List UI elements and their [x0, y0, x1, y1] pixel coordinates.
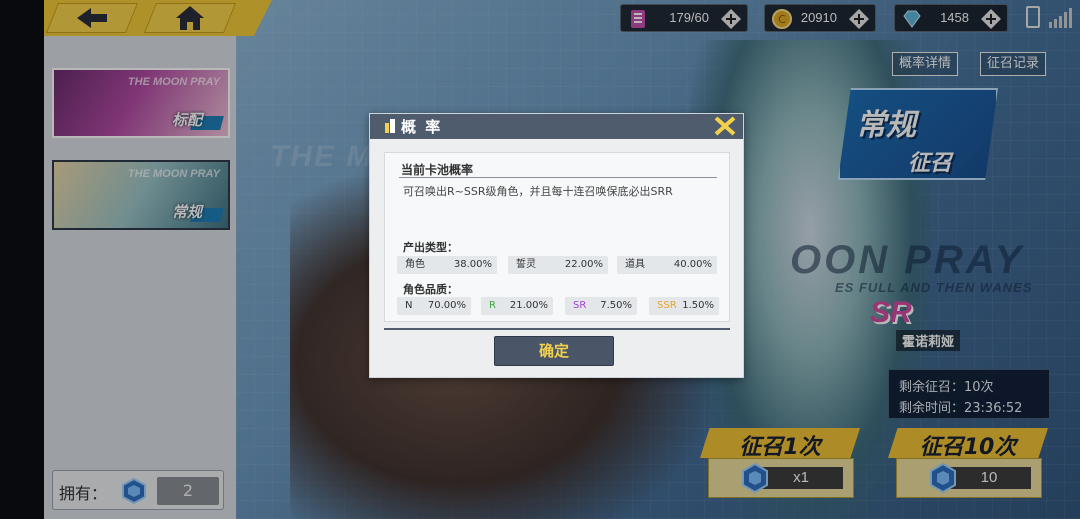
type-name: 道具	[625, 259, 645, 270]
quality-rate: 70.00%	[427, 300, 466, 311]
type-rate-cell: 角色 38.00%	[397, 256, 497, 274]
quality-name: SR	[573, 300, 587, 311]
type-section-label: 产出类型：	[403, 241, 458, 254]
confirm-button[interactable]: 确定	[494, 336, 614, 366]
probability-card: 当前卡池概率 可召唤出R~SSR级角色，并且每十连召唤保底必出SRR 产出类型：…	[384, 152, 730, 322]
card-divider	[399, 177, 717, 178]
type-name: 誓灵	[516, 259, 536, 270]
close-icon[interactable]	[712, 114, 738, 138]
gacha-screen: THE M OON PRAY ES FULL AND THEN WANES TH…	[0, 0, 1080, 519]
quality-name: N	[405, 300, 413, 311]
quality-rate: 21.00%	[509, 300, 548, 311]
quality-section-label: 角色品质：	[403, 283, 458, 296]
quality-rate-cell: SR 7.50%	[565, 297, 637, 315]
dialog-divider	[384, 328, 730, 330]
quality-name: SSR	[657, 300, 677, 311]
type-rate: 38.00%	[453, 259, 492, 270]
quality-rate: 7.50%	[600, 300, 632, 311]
quality-name: R	[489, 300, 496, 311]
card-description: 可召唤出R~SSR级角色，并且每十连召唤保底必出SRR	[403, 185, 673, 198]
probability-dialog: 概 率 当前卡池概率 可召唤出R~SSR级角色，并且每十连召唤保底必出SRR 产…	[369, 113, 744, 378]
quality-rate-cell: N 70.00%	[397, 297, 471, 315]
type-rate: 40.00%	[673, 259, 712, 270]
quality-rate-cell: R 21.00%	[481, 297, 553, 315]
dialog-title: 概 率	[401, 118, 443, 136]
type-rate-cell: 誓灵 22.00%	[508, 256, 608, 274]
card-heading: 当前卡池概率	[401, 163, 474, 177]
type-rate: 22.00%	[564, 259, 603, 270]
info-marker-icon	[385, 119, 395, 133]
quality-rate: 1.50%	[682, 300, 714, 311]
quality-rate-cell: SSR 1.50%	[649, 297, 719, 315]
type-rate-cell: 道具 40.00%	[617, 256, 717, 274]
type-name: 角色	[405, 259, 425, 270]
dialog-header: 概 率	[370, 114, 743, 139]
